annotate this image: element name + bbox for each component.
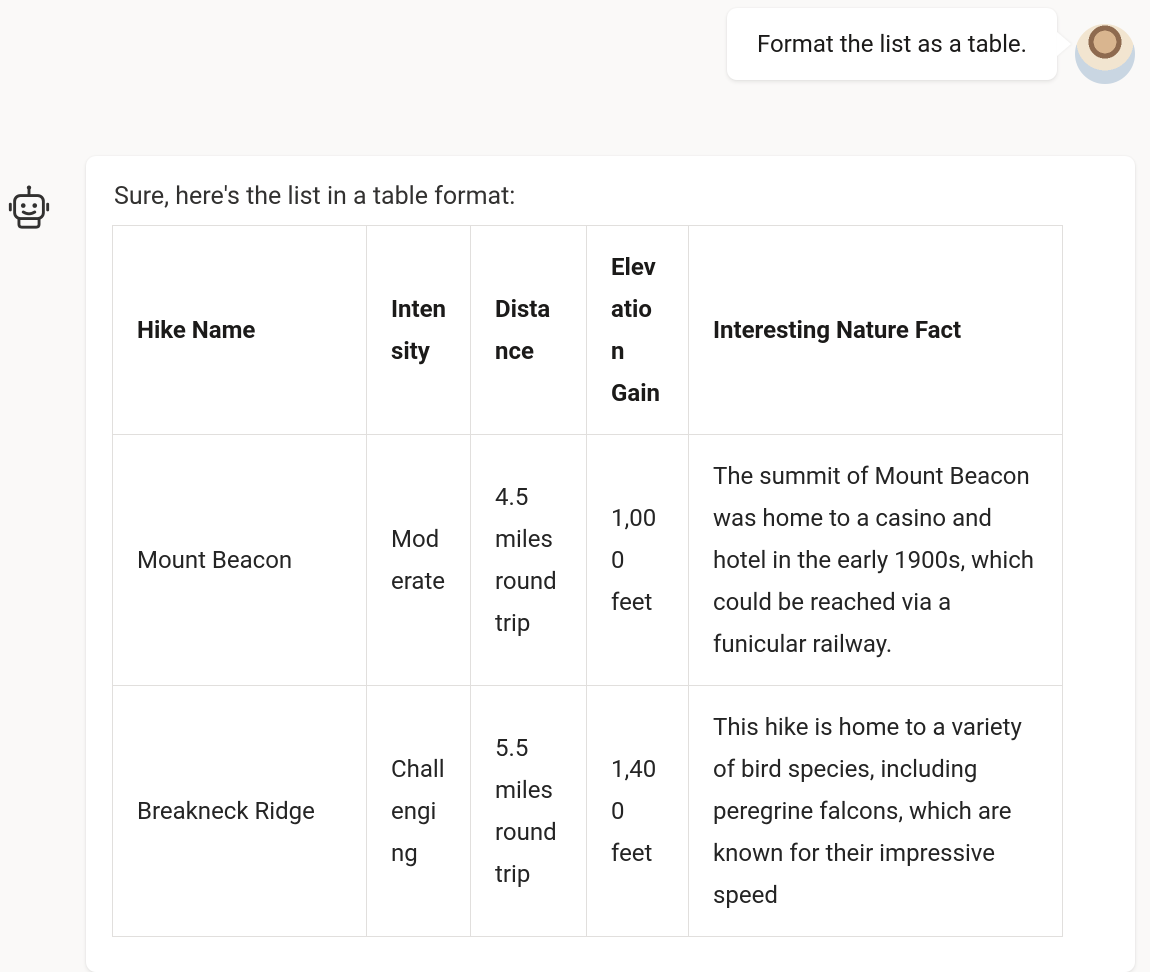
hikes-table: Hike Name Intensity Distance Elevation G… (112, 225, 1063, 937)
table-header-row: Hike Name Intensity Distance Elevation G… (113, 226, 1063, 435)
cell-fact: This hike is home to a variety of bird s… (689, 686, 1063, 937)
cell-elevation: 1,000 feet (587, 435, 689, 686)
user-message-text: Format the list as a table. (757, 30, 1027, 58)
cell-fact: The summit of Mount Beacon was home to a… (689, 435, 1063, 686)
user-message-bubble: Format the list as a table. (727, 8, 1057, 80)
avatar (1075, 24, 1135, 84)
cell-distance: 4.5 miles round trip (471, 435, 587, 686)
bot-icon (6, 184, 52, 230)
bot-message-bubble: Sure, here's the list in a table format:… (86, 156, 1135, 972)
table-row: Mount Beacon Moderate 4.5 miles round tr… (113, 435, 1063, 686)
col-header-name: Hike Name (113, 226, 367, 435)
cell-intensity: Challenging (367, 686, 471, 937)
col-header-fact: Interesting Nature Fact (689, 226, 1063, 435)
table-row: Breakneck Ridge Challenging 5.5 miles ro… (113, 686, 1063, 937)
user-message-row: Format the list as a table. (727, 8, 1135, 84)
cell-distance: 5.5 miles round trip (471, 686, 587, 937)
bot-message-row: Sure, here's the list in a table format:… (6, 156, 1135, 972)
cell-intensity: Moderate (367, 435, 471, 686)
cell-name: Breakneck Ridge (113, 686, 367, 937)
cell-name: Mount Beacon (113, 435, 367, 686)
col-header-intensity: Intensity (367, 226, 471, 435)
col-header-distance: Distance (471, 226, 587, 435)
cell-elevation: 1,400 feet (587, 686, 689, 937)
bot-intro-text: Sure, here's the list in a table format: (114, 182, 1109, 211)
col-header-elevation: Elevation Gain (587, 226, 689, 435)
